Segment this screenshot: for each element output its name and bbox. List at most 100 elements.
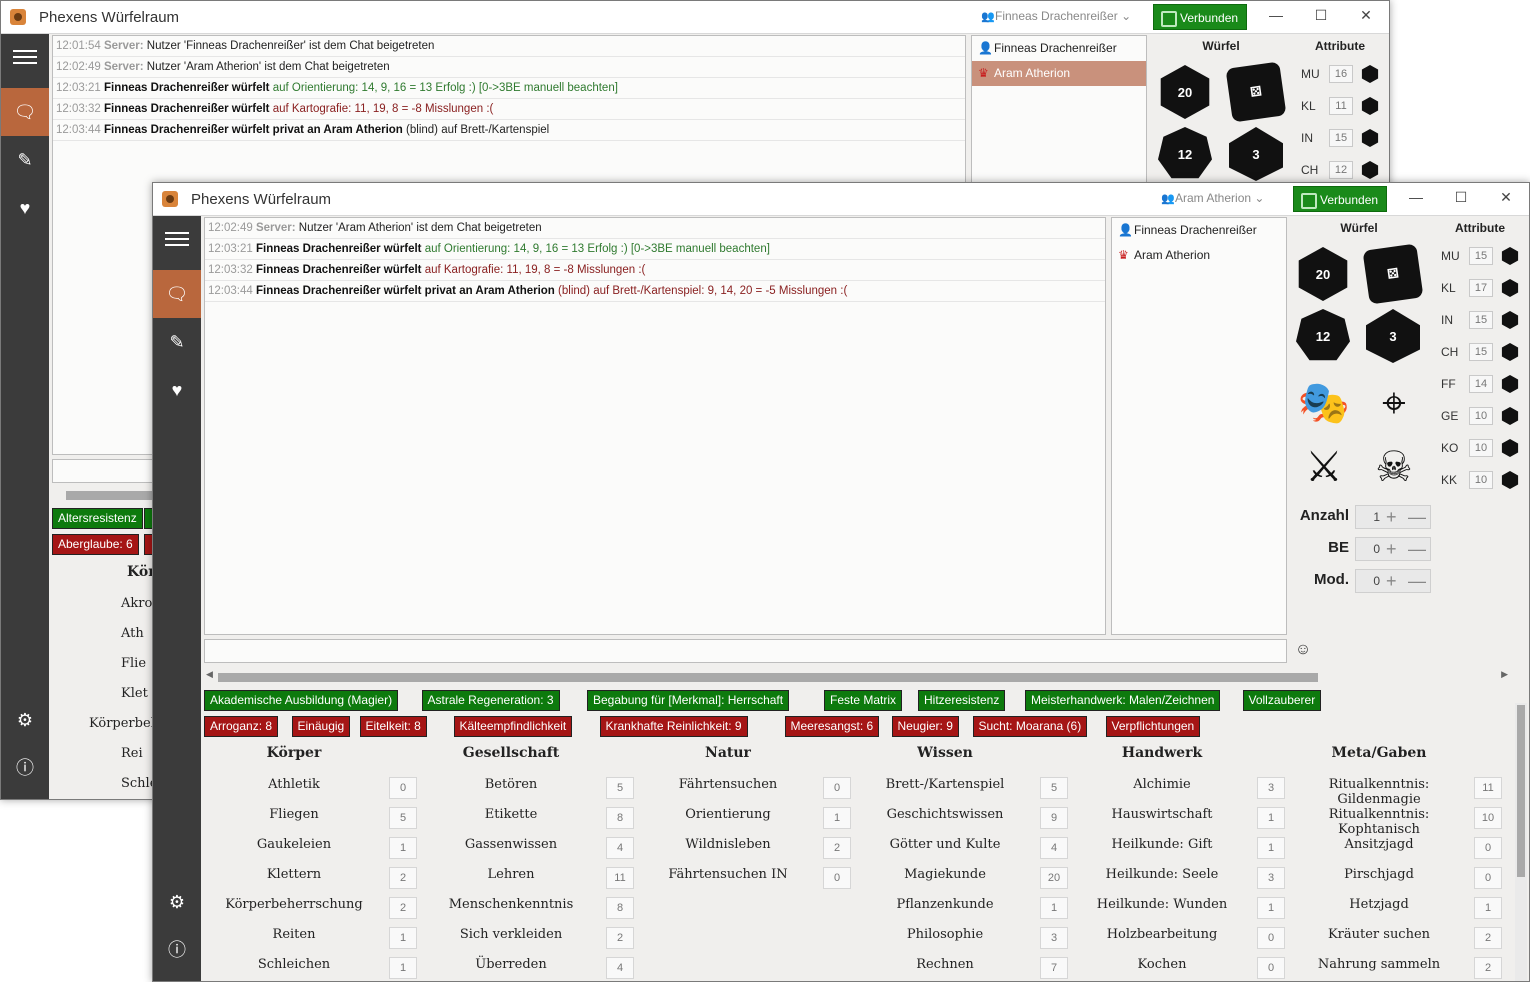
skill-value[interactable]: 9 bbox=[1040, 807, 1068, 829]
d20-icon[interactable] bbox=[1361, 161, 1379, 179]
skill-value[interactable]: 4 bbox=[606, 957, 634, 979]
attribute-value[interactable]: 15 bbox=[1469, 247, 1493, 265]
minus-icon[interactable]: — bbox=[1408, 570, 1426, 592]
skill-value[interactable]: 1 bbox=[389, 957, 417, 979]
maximize-button[interactable]: ☐ bbox=[1306, 7, 1336, 27]
attribute-value[interactable]: 12 bbox=[1329, 161, 1353, 179]
vertical-scrollbar[interactable] bbox=[1515, 703, 1527, 981]
chat-input[interactable] bbox=[52, 459, 162, 483]
skill-value[interactable]: 2 bbox=[389, 867, 417, 889]
attribute-value[interactable]: 10 bbox=[1469, 439, 1493, 457]
skill-value[interactable]: 5 bbox=[389, 807, 417, 829]
skill-value[interactable]: 4 bbox=[606, 837, 634, 859]
skill-value[interactable]: 0 bbox=[1257, 927, 1285, 949]
d20-icon[interactable] bbox=[1501, 407, 1519, 425]
d20-icon[interactable] bbox=[1501, 279, 1519, 297]
character-nav-button[interactable]: ✎ bbox=[153, 318, 201, 366]
user-select[interactable]: 👥Finneas Drachenreißer ⌄ bbox=[981, 9, 1131, 23]
masks-icon[interactable]: 🎭 bbox=[1296, 375, 1352, 431]
skill-value[interactable]: 1 bbox=[1040, 897, 1068, 919]
skill-value[interactable]: 2 bbox=[389, 897, 417, 919]
skill-value[interactable]: 1 bbox=[1257, 837, 1285, 859]
skill-value[interactable]: 2 bbox=[606, 927, 634, 949]
d20-icon[interactable] bbox=[1501, 471, 1519, 489]
skill-value[interactable]: 1 bbox=[1474, 897, 1502, 919]
chat-nav-button[interactable]: 🗨 bbox=[1, 88, 49, 136]
connection-status-button[interactable]: Verbunden bbox=[1153, 4, 1248, 30]
number-stepper[interactable]: 0 + — bbox=[1355, 537, 1431, 561]
d4-icon[interactable]: 3 bbox=[1366, 309, 1420, 363]
number-stepper[interactable]: 0 + — bbox=[1355, 569, 1431, 593]
attribute-value[interactable]: 17 bbox=[1469, 279, 1493, 297]
menu-button[interactable] bbox=[153, 216, 201, 264]
target-icon[interactable]: ⌖ bbox=[1366, 375, 1422, 431]
d6-icon[interactable]: ⚄ bbox=[1225, 61, 1287, 123]
scroll-left-icon[interactable]: ◀ bbox=[206, 669, 213, 680]
d12-icon[interactable]: 12 bbox=[1158, 127, 1212, 179]
skill-value[interactable]: 0 bbox=[823, 777, 851, 799]
minus-icon[interactable]: — bbox=[1408, 538, 1426, 560]
d20-icon[interactable]: 20 bbox=[1160, 65, 1210, 119]
skill-value[interactable]: 7 bbox=[1040, 957, 1068, 979]
d20-icon[interactable] bbox=[1501, 343, 1519, 361]
skill-value[interactable]: 11 bbox=[1474, 777, 1502, 799]
d20-icon[interactable] bbox=[1361, 97, 1379, 115]
horizontal-scrollbar[interactable]: ◀ ▶ bbox=[204, 669, 1510, 683]
attribute-value[interactable]: 14 bbox=[1469, 375, 1493, 393]
attribute-value[interactable]: 10 bbox=[1469, 407, 1493, 425]
skill-value[interactable]: 1 bbox=[823, 807, 851, 829]
skill-value[interactable]: 0 bbox=[823, 867, 851, 889]
d20-icon[interactable]: 20 bbox=[1298, 247, 1348, 301]
d6-icon[interactable]: ⚄ bbox=[1362, 243, 1424, 305]
skull-arrow-icon[interactable]: ☠ bbox=[1366, 439, 1422, 495]
attribute-value[interactable]: 11 bbox=[1329, 97, 1353, 115]
attribute-value[interactable]: 10 bbox=[1469, 471, 1493, 489]
d20-icon[interactable] bbox=[1501, 375, 1519, 393]
attribute-value[interactable]: 15 bbox=[1469, 343, 1493, 361]
skill-value[interactable]: 2 bbox=[823, 837, 851, 859]
connection-status-button[interactable]: Verbunden bbox=[1293, 186, 1388, 212]
stepper-value[interactable]: 1 bbox=[1366, 510, 1380, 524]
skill-value[interactable]: 5 bbox=[606, 777, 634, 799]
maximize-button[interactable]: ☐ bbox=[1446, 189, 1476, 209]
attribute-value[interactable]: 16 bbox=[1329, 65, 1353, 83]
chat-input[interactable] bbox=[204, 639, 1287, 663]
close-button[interactable]: ✕ bbox=[1491, 189, 1521, 209]
attribute-value[interactable]: 15 bbox=[1469, 311, 1493, 329]
d20-icon[interactable] bbox=[1361, 65, 1379, 83]
close-button[interactable]: ✕ bbox=[1351, 7, 1381, 27]
user-list-item[interactable]: ♛ Aram Atherion bbox=[972, 61, 1146, 86]
skill-value[interactable]: 1 bbox=[1257, 807, 1285, 829]
skill-value[interactable]: 0 bbox=[1257, 957, 1285, 979]
user-select[interactable]: 👥Aram Atherion ⌄ bbox=[1161, 191, 1264, 205]
crossed-swords-icon[interactable]: ⚔ bbox=[1296, 439, 1352, 495]
horizontal-scrollbar[interactable] bbox=[52, 489, 162, 501]
health-nav-button[interactable]: ♥ bbox=[1, 184, 49, 232]
character-nav-button[interactable]: ✎ bbox=[1, 136, 49, 184]
skill-value[interactable]: 3 bbox=[1257, 777, 1285, 799]
skill-value[interactable]: 1 bbox=[389, 837, 417, 859]
skill-value[interactable]: 5 bbox=[1040, 777, 1068, 799]
d20-icon[interactable] bbox=[1501, 247, 1519, 265]
skill-value[interactable]: 10 bbox=[1474, 807, 1502, 829]
skill-value[interactable]: 2 bbox=[1474, 957, 1502, 979]
skill-value[interactable]: 8 bbox=[606, 897, 634, 919]
skill-value[interactable]: 4 bbox=[1040, 837, 1068, 859]
minimize-button[interactable]: — bbox=[1401, 189, 1431, 209]
menu-button[interactable] bbox=[1, 34, 49, 82]
skill-value[interactable]: 3 bbox=[1257, 867, 1285, 889]
d20-icon[interactable] bbox=[1501, 439, 1519, 457]
d20-icon[interactable] bbox=[1361, 129, 1379, 147]
info-button[interactable]: ⓘ bbox=[153, 926, 201, 974]
skill-value[interactable]: 8 bbox=[606, 807, 634, 829]
scroll-right-icon[interactable]: ▶ bbox=[1501, 669, 1508, 680]
stepper-value[interactable]: 0 bbox=[1366, 542, 1380, 556]
skill-value[interactable]: 1 bbox=[1257, 897, 1285, 919]
chat-nav-button[interactable]: 🗨 bbox=[153, 270, 201, 318]
info-button[interactable]: ⓘ bbox=[1, 744, 49, 792]
d12-icon[interactable]: 12 bbox=[1296, 309, 1350, 361]
skill-value[interactable]: 0 bbox=[389, 777, 417, 799]
skill-value[interactable]: 2 bbox=[1474, 927, 1502, 949]
skill-value[interactable]: 0 bbox=[1474, 837, 1502, 859]
skill-value[interactable]: 1 bbox=[389, 927, 417, 949]
